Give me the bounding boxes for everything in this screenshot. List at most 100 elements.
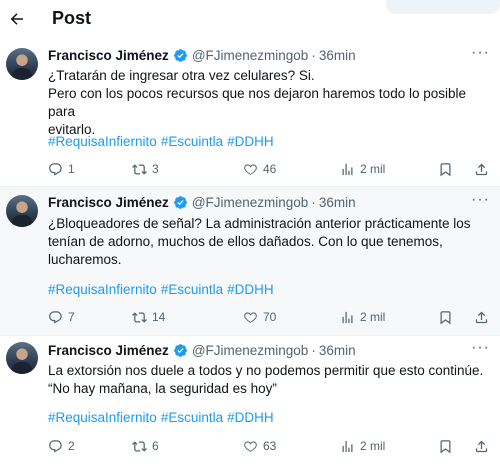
tweet-text: ¿Tratarán de ingresar otra vez celulares… [48, 67, 488, 139]
repost-button[interactable]: 3 [132, 160, 159, 178]
repost-count: 14 [152, 310, 166, 324]
tweet-header: Francisco Jiménez @FJimenezmingob · 36mi… [48, 48, 356, 63]
more-options-icon[interactable]: ··· [471, 44, 490, 62]
share-icon [475, 440, 488, 452]
timestamp[interactable]: 36min [319, 195, 356, 210]
views-button[interactable]: 2 mil [340, 437, 385, 455]
repost-count: 3 [152, 162, 159, 176]
view-count: 2 mil [360, 310, 386, 324]
tweet-header: Francisco Jiménez @FJimenezmingob · 36mi… [48, 195, 356, 210]
verified-badge-icon [173, 48, 188, 63]
hashtag-link[interactable]: #RequisaInfiernito [48, 282, 157, 297]
action-bar: 2 6 63 2 mil [48, 437, 492, 455]
repost-icon [132, 311, 147, 323]
tweet-1[interactable]: Francisco Jiménez @FJimenezmingob · 36mi… [0, 38, 500, 186]
bookmark-icon [440, 439, 451, 453]
view-count: 2 mil [360, 439, 386, 453]
bookmark-icon [440, 162, 451, 176]
author-handle[interactable]: @FJimenezmingob [192, 48, 309, 63]
repost-icon [132, 163, 147, 175]
share-button[interactable] [474, 437, 489, 455]
like-count: 46 [263, 162, 277, 176]
text-line: “No hay mañana, la seguridad es hoy” [48, 381, 277, 396]
like-count: 63 [263, 439, 277, 453]
text-line: tenían de adorno, muchos de ellos dañado… [48, 234, 443, 249]
reply-button[interactable]: 1 [48, 160, 75, 178]
avatar[interactable] [6, 48, 38, 80]
author-handle[interactable]: @FJimenezmingob [192, 343, 309, 358]
tweet-text: ¿Bloqueadores de señal? La administració… [48, 215, 488, 269]
repost-button[interactable]: 14 [132, 308, 165, 326]
hashtags: #RequisaInfiernito #Escuintla #DDHH [48, 134, 278, 149]
analytics-icon [342, 163, 353, 175]
share-icon [475, 311, 488, 323]
hashtag-link[interactable]: #DDHH [227, 410, 274, 425]
views-button[interactable]: 2 mil [340, 308, 385, 326]
search-bar-edge[interactable] [386, 0, 500, 14]
repost-count: 6 [152, 439, 159, 453]
heart-icon [244, 311, 257, 323]
reply-count: 2 [68, 439, 75, 453]
more-options-icon[interactable]: ··· [471, 339, 490, 357]
reply-button[interactable]: 2 [48, 437, 75, 455]
bookmark-icon [440, 310, 451, 324]
verified-badge-icon [173, 195, 188, 210]
hashtag-link[interactable]: #Escuintla [161, 282, 223, 297]
text-line: La extorsión nos duele a todos y no pode… [48, 363, 484, 378]
action-bar: 7 14 70 2 mil [48, 308, 492, 326]
analytics-icon [342, 311, 353, 323]
tweet-header: Francisco Jiménez @FJimenezmingob · 36mi… [48, 343, 356, 358]
author-name[interactable]: Francisco Jiménez [48, 343, 169, 358]
text-line: ¿Bloqueadores de señal? La administració… [48, 216, 471, 231]
like-button[interactable]: 70 [243, 308, 276, 326]
view-count: 2 mil [360, 162, 386, 176]
share-button[interactable] [474, 160, 489, 178]
more-options-icon[interactable]: ··· [471, 191, 490, 209]
author-handle[interactable]: @FJimenezmingob [192, 195, 309, 210]
reply-icon [49, 439, 62, 453]
heart-icon [244, 440, 257, 452]
hashtag-link[interactable]: #RequisaInfiernito [48, 134, 157, 149]
text-line: lucharemos. [48, 252, 122, 267]
author-name[interactable]: Francisco Jiménez [48, 195, 169, 210]
author-name[interactable]: Francisco Jiménez [48, 48, 169, 63]
tweet-2[interactable]: Francisco Jiménez @FJimenezmingob · 36mi… [0, 187, 500, 335]
bookmark-button[interactable] [438, 308, 453, 326]
reply-button[interactable]: 7 [48, 308, 75, 326]
action-bar: 1 3 46 2 mil [48, 160, 492, 178]
views-button[interactable]: 2 mil [340, 160, 385, 178]
text-line: Pero con los pocos recursos que nos deja… [48, 86, 466, 119]
repost-button[interactable]: 6 [132, 437, 159, 455]
like-count: 70 [263, 310, 277, 324]
page-title: Post [52, 8, 92, 28]
hashtag-link[interactable]: #RequisaInfiernito [48, 410, 157, 425]
like-button[interactable]: 46 [243, 160, 276, 178]
reply-count: 1 [68, 162, 75, 176]
timestamp[interactable]: 36min [319, 48, 356, 63]
share-button[interactable] [474, 308, 489, 326]
tweet-text: La extorsión nos duele a todos y no pode… [48, 362, 488, 398]
bookmark-button[interactable] [438, 160, 453, 178]
like-button[interactable]: 63 [243, 437, 276, 455]
separator-dot: · [311, 195, 316, 210]
separator-dot: · [311, 343, 316, 358]
hashtag-link[interactable]: #Escuintla [161, 410, 223, 425]
hashtag-link[interactable]: #DDHH [227, 282, 274, 297]
share-icon [475, 163, 488, 175]
verified-badge-icon [173, 343, 188, 358]
analytics-icon [342, 440, 353, 452]
avatar[interactable] [6, 195, 38, 227]
top-bar: Post [0, 0, 500, 38]
repost-icon [132, 440, 147, 452]
bookmark-button[interactable] [438, 437, 453, 455]
text-line: ¿Tratarán de ingresar otra vez celulares… [48, 68, 315, 83]
hashtag-link[interactable]: #DDHH [227, 134, 274, 149]
separator-dot: · [311, 48, 316, 63]
back-arrow-icon[interactable] [6, 8, 28, 30]
avatar[interactable] [6, 342, 38, 374]
tweet-3[interactable]: Francisco Jiménez @FJimenezmingob · 36mi… [0, 336, 500, 468]
reply-icon [49, 310, 62, 324]
hashtags: #RequisaInfiernito #Escuintla #DDHH [48, 282, 278, 297]
hashtag-link[interactable]: #Escuintla [161, 134, 223, 149]
timestamp[interactable]: 36min [319, 343, 356, 358]
